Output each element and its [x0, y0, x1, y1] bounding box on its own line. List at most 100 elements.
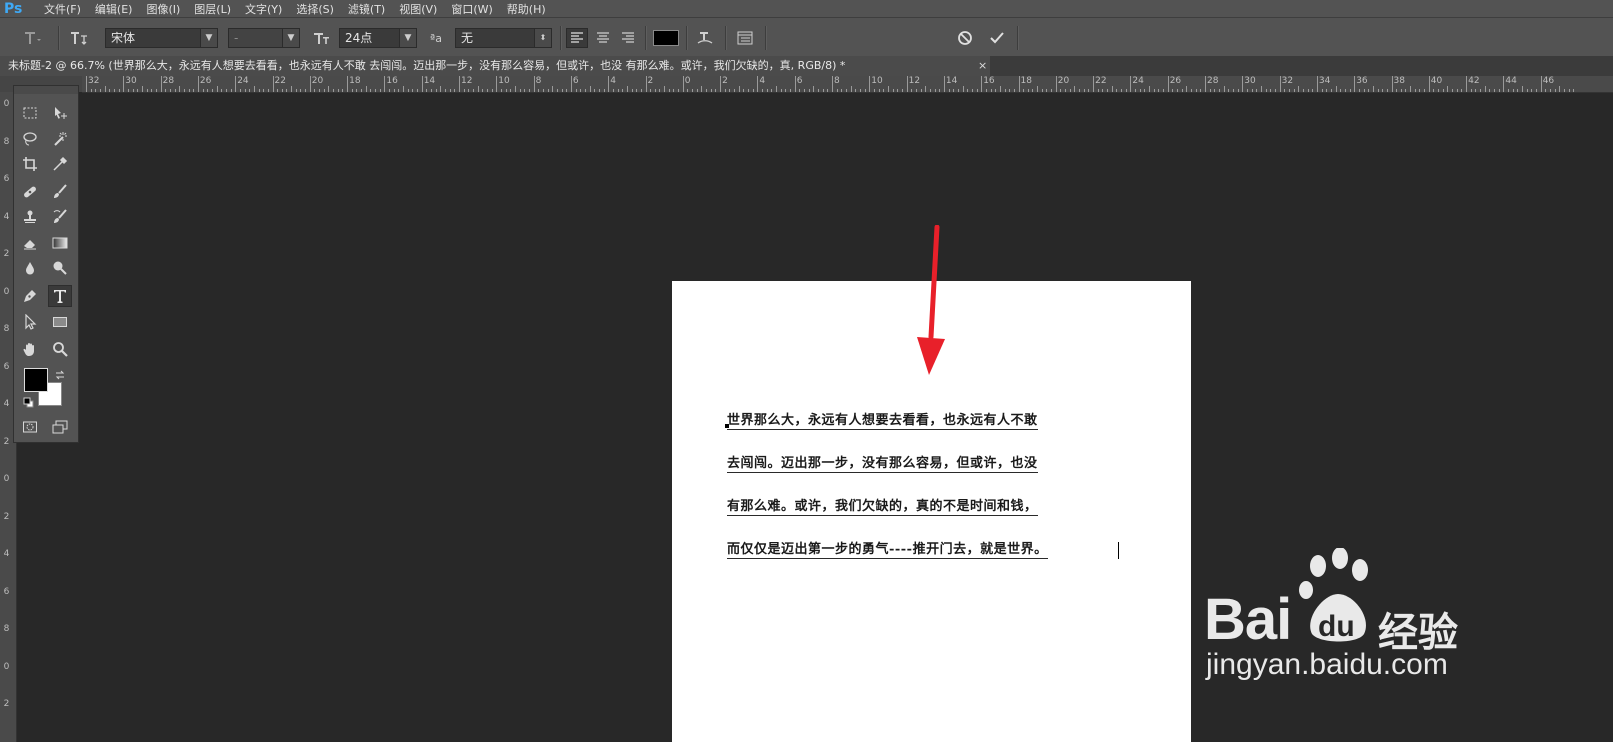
magic-wand-tool[interactable] — [48, 128, 72, 150]
text-line-3[interactable]: 有那么难。或许，我们欠缺的，真的不是时间和钱， — [727, 499, 1038, 516]
font-size-select[interactable]: 24点 ▼ — [339, 28, 417, 48]
commit-edits-button[interactable] — [985, 28, 1009, 48]
brush-tool[interactable] — [48, 181, 72, 203]
gradient-tool[interactable] — [48, 232, 72, 254]
ruler-tick — [1382, 89, 1384, 92]
quick-mask-button[interactable] — [18, 416, 42, 438]
eraser-tool[interactable] — [18, 232, 42, 254]
ruler-tick — [519, 89, 521, 92]
text-line-1[interactable]: 世界那么大，永远有人想要去看看，也永远有人不敢 — [727, 413, 1038, 430]
ruler-tick — [589, 86, 591, 92]
clone-stamp-tool[interactable] — [18, 206, 42, 228]
ruler-tick — [575, 89, 577, 92]
menu-select[interactable]: 选择(S) — [296, 1, 334, 17]
toggle-orientation-button[interactable] — [66, 28, 92, 48]
menu-layer[interactable]: 图层(L) — [194, 1, 231, 17]
ruler-tick — [188, 89, 190, 92]
healing-brush-tool[interactable] — [18, 181, 42, 203]
character-panel-button[interactable] — [733, 28, 757, 48]
menu-filter[interactable]: 滤镜(T) — [348, 1, 385, 17]
ruler-tick — [1111, 86, 1113, 92]
horizontal-ruler[interactable]: 32 30 28 26 24 22 20 18 16 14 12 10 8 6 4 2 0 2 4 6 8 10 12 14 1… — [82, 76, 1613, 93]
ruler-tick — [482, 89, 484, 92]
menu-image[interactable]: 图像(I) — [146, 1, 180, 17]
font-family-select[interactable]: 宋体 ▼ — [105, 28, 218, 48]
ruler-tick — [1218, 89, 1220, 92]
align-left-button[interactable] — [566, 28, 588, 48]
ruler-tick — [617, 89, 619, 92]
eyedropper-tool[interactable] — [48, 153, 72, 175]
ruler-tick — [1274, 89, 1276, 92]
ruler-tick — [715, 89, 717, 92]
cancel-edits-button[interactable] — [953, 28, 977, 48]
rectangle-tool[interactable] — [48, 311, 72, 333]
warp-text-button[interactable] — [693, 28, 717, 48]
font-family-value: 宋体 — [111, 31, 136, 45]
text-color-swatch[interactable] — [653, 30, 679, 46]
foreground-color-swatch[interactable] — [24, 368, 48, 392]
ruler-label: 0 — [3, 286, 10, 297]
align-center-button[interactable] — [592, 28, 614, 48]
ruler-tick — [808, 89, 810, 92]
text-line-4[interactable]: 而仅仅是迈出第一步的勇气----推开门去，就是世界。 — [727, 542, 1048, 559]
menu-file[interactable]: 文件(F) — [44, 1, 81, 17]
text-cursor — [1118, 542, 1119, 559]
align-right-button[interactable] — [617, 28, 639, 48]
ruler-tick — [738, 86, 740, 92]
ruler-tick — [113, 89, 115, 92]
ruler-tick — [286, 89, 288, 92]
ruler-tick — [361, 89, 363, 92]
text-line-2[interactable]: 去闯闯。迈出那一步，没有那么容易，但或许，也没 — [727, 456, 1038, 473]
ruler-tick — [197, 76, 199, 92]
separator — [686, 26, 688, 50]
document-tab[interactable]: 未标题-2 @ 66.7% (世界那么大，永远有人想要去看看，也永远有人不敢 去… — [0, 56, 990, 76]
font-style-select[interactable]: - ▼ — [228, 28, 300, 48]
dodge-tool[interactable] — [48, 257, 72, 279]
separator — [645, 26, 647, 50]
ruler-tick — [337, 89, 339, 92]
ruler-tick — [417, 89, 419, 92]
menu-window[interactable]: 窗口(W) — [451, 1, 492, 17]
path-selection-tool[interactable] — [18, 311, 42, 333]
menu-view[interactable]: 视图(V) — [399, 1, 437, 17]
ruler-tick — [1237, 89, 1239, 92]
move-tool[interactable] — [48, 102, 72, 124]
ruler-tick — [249, 89, 251, 92]
ruler-tick — [263, 89, 265, 92]
default-colors-button[interactable] — [23, 394, 35, 408]
swap-colors-button[interactable] — [54, 366, 66, 380]
eraser-icon — [24, 240, 36, 250]
panel-grip[interactable] — [14, 86, 78, 94]
close-tab-button[interactable]: × — [978, 56, 987, 76]
tool-preset-picker[interactable] — [14, 28, 50, 48]
menu-type[interactable]: 文字(Y) — [245, 1, 282, 17]
gradient-icon — [52, 237, 68, 249]
screen-mode-button[interactable] — [48, 416, 72, 438]
ruler-tick — [757, 76, 759, 92]
ruler-tick — [1340, 89, 1342, 92]
ruler-tick — [1246, 89, 1248, 92]
ruler-tick — [1260, 86, 1262, 92]
zoom-tool[interactable] — [48, 338, 72, 360]
ruler-tick — [398, 89, 400, 92]
ruler-tick — [855, 89, 857, 92]
history-brush-tool[interactable] — [48, 206, 72, 228]
ruler-tick — [1027, 89, 1029, 92]
menu-edit[interactable]: 编辑(E) — [95, 1, 133, 17]
ruler-tick — [1377, 89, 1379, 92]
crop-tool[interactable] — [18, 153, 42, 175]
pen-tool[interactable] — [18, 285, 42, 307]
blur-tool[interactable] — [18, 257, 42, 279]
hand-tool[interactable] — [18, 338, 42, 360]
menu-help[interactable]: 帮助(H) — [507, 1, 546, 17]
anti-alias-select[interactable]: 无 ⬍ — [455, 28, 552, 48]
ruler-tick — [957, 89, 959, 92]
lasso-tool[interactable] — [18, 128, 42, 150]
marquee-tool[interactable] — [18, 102, 42, 124]
ruler-tick — [137, 89, 139, 92]
ruler-tick — [771, 89, 773, 92]
magic-wand-icon — [54, 132, 67, 146]
font-size-icon — [314, 33, 329, 44]
ruler-label: 4 — [3, 549, 10, 559]
horizontal-type-tool[interactable] — [48, 285, 72, 307]
